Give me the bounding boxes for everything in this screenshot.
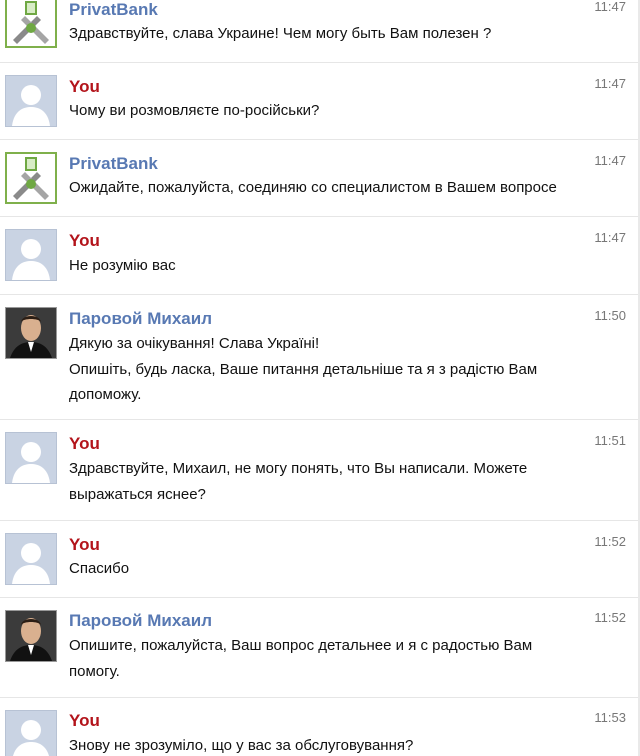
- message-text: Дякую за очікування! Слава Україні! Опиш…: [69, 335, 538, 403]
- privatbank-logo-icon: [5, 0, 57, 48]
- chat-message: You 11:47 Чому ви розмовляєте по-російсь…: [0, 63, 640, 140]
- message-time: 11:50: [594, 308, 626, 323]
- message-text: Здравствуйте, слава Украине! Чем могу бы…: [69, 25, 492, 42]
- sender-name: You: [69, 535, 100, 554]
- chat-message: You 11:53 Знову не зрозуміло, що у вас з…: [0, 698, 640, 756]
- message-text: Опишите, пожалуйста, Ваш вопрос детальне…: [69, 637, 533, 680]
- privatbank-logo-icon: [5, 152, 57, 204]
- default-user-avatar-icon: [5, 432, 57, 484]
- chat-message: PrivatBank 11:47 Здравствуйте, слава Укр…: [0, 0, 640, 63]
- default-user-avatar-icon: [5, 710, 57, 756]
- sender-name: You: [69, 231, 100, 250]
- chat-message: Паровой Михаил 11:50 Дякую за очікування…: [0, 295, 640, 420]
- message-time: 11:47: [594, 230, 626, 245]
- message-time: 11:47: [594, 153, 626, 168]
- message-time: 11:47: [594, 0, 626, 14]
- message-time: 11:53: [594, 710, 626, 725]
- chat-message: PrivatBank 11:47 Ожидайте, пожалуйста, с…: [0, 140, 640, 217]
- sender-name: Паровой Михаил: [69, 611, 212, 630]
- default-user-avatar-icon: [5, 533, 57, 585]
- default-user-avatar-icon: [5, 75, 57, 127]
- message-time: 11:51: [594, 433, 626, 448]
- message-text: Чому ви розмовляєте по-російськи?: [69, 102, 320, 119]
- sender-name: You: [69, 77, 100, 96]
- chat-message: You 11:51 Здравствуйте, Михаил, не могу …: [0, 420, 640, 521]
- message-text: Не розумію вас: [69, 257, 176, 274]
- sender-name: PrivatBank: [69, 154, 158, 173]
- message-text: Знову не зрозуміло, що у вас за обслугов…: [69, 737, 414, 754]
- message-time: 11:47: [594, 76, 626, 91]
- message-time: 11:52: [594, 610, 626, 625]
- sender-name: PrivatBank: [69, 0, 158, 19]
- sender-name: You: [69, 434, 100, 453]
- default-user-avatar-icon: [5, 229, 57, 281]
- chat-message: You 11:52 Спасибо: [0, 521, 640, 598]
- message-text: Ожидайте, пожалуйста, соединяю со специа…: [69, 179, 557, 196]
- sender-name: Паровой Михаил: [69, 309, 212, 328]
- chat-message: You 11:47 Не розумію вас: [0, 217, 640, 295]
- chat-log: PrivatBank 11:47 Здравствуйте, слава Укр…: [0, 0, 640, 756]
- message-text: Здравствуйте, Михаил, не могу понять, чт…: [69, 460, 528, 503]
- chat-message: Паровой Михаил 11:52 Опишите, пожалуйста…: [0, 598, 640, 698]
- message-time: 11:52: [594, 534, 626, 549]
- agent-photo-avatar-icon: [5, 307, 57, 359]
- agent-photo-avatar-icon: [5, 610, 57, 662]
- sender-name: You: [69, 711, 100, 730]
- message-text: Спасибо: [69, 560, 130, 577]
